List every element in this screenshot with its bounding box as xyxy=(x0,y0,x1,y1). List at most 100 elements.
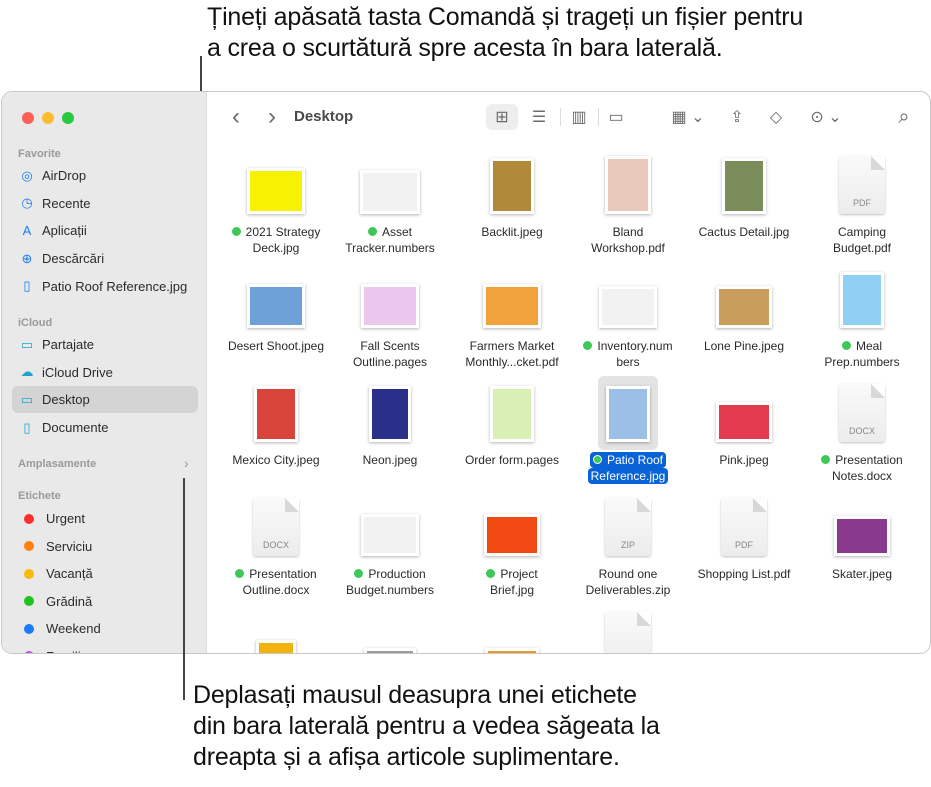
back-button[interactable]: ‹ xyxy=(224,103,248,130)
sidebar-item-label: Descărcări xyxy=(42,251,105,267)
sidebar-tag-5[interactable]: Familie xyxy=(12,643,198,654)
file-item[interactable]: Bland Workshop.pdf xyxy=(570,144,686,255)
sidebar-tag-1[interactable]: Serviciu xyxy=(12,533,198,560)
file-item[interactable] xyxy=(570,600,686,653)
sidebar-item-aplica-ii[interactable]: A Aplicații xyxy=(12,217,198,244)
sidebar-tag-label: Familie xyxy=(46,649,88,654)
forward-button[interactable]: › xyxy=(260,103,284,130)
file-item[interactable] xyxy=(332,600,448,653)
file-item[interactable]: Neon.jpeg xyxy=(332,372,448,482)
view-list-button[interactable]: ☰ xyxy=(524,104,554,130)
file-item[interactable]: Fall Scents Outline.pages xyxy=(332,258,448,369)
file-item[interactable]: PDF Camping Budget.pdf xyxy=(804,144,920,255)
sidebar-item-airdrop[interactable]: ◎ AirDrop xyxy=(12,162,198,189)
callout-tag-hover: Deplasați mausul deasupra unei etichete … xyxy=(193,681,660,771)
applications-icon: A xyxy=(22,223,32,239)
file-item[interactable] xyxy=(454,600,570,653)
close-button[interactable] xyxy=(22,112,34,124)
sidebar-tag-label: Vacanță xyxy=(46,566,93,581)
file-item[interactable]: Project Brief.jpg xyxy=(454,486,570,598)
file-item[interactable]: ZIP Round one Deliverables.zip xyxy=(570,486,686,597)
document-icon: ▯ xyxy=(23,419,31,435)
minimize-button[interactable] xyxy=(42,112,54,124)
file-name: Project Brief.jpg xyxy=(454,566,570,598)
sidebar-item-icloud-drive[interactable]: ☁ iCloud Drive xyxy=(12,359,198,386)
sidebar-item-recente[interactable]: ◷ Recente xyxy=(12,190,198,217)
file-item[interactable]: Farmers Market Monthly...cket.pdf xyxy=(454,258,570,369)
search-button[interactable]: ⌕ xyxy=(890,104,918,130)
tag-dot-green xyxy=(235,569,245,578)
file-thumbnail xyxy=(490,386,534,442)
view-icons-button[interactable]: ⊞ xyxy=(486,104,518,130)
file-item[interactable]: 2021 Strategy Deck.jpg xyxy=(218,144,334,256)
file-thumbnail xyxy=(369,386,411,442)
file-thumbnail xyxy=(722,158,766,214)
file-name: Fall Scents Outline.pages xyxy=(352,339,428,369)
tag-color-dot xyxy=(24,568,34,579)
sidebar-tag-label: Grădină xyxy=(46,593,93,609)
zoom-button[interactable] xyxy=(62,112,74,124)
file-thumbnail xyxy=(360,170,420,214)
tag-dot-green xyxy=(231,227,241,236)
view-gallery-button[interactable]: ▭ xyxy=(600,104,632,130)
sidebar-tag-4[interactable]: Weekend xyxy=(12,615,198,642)
file-name: Shopping List.pdf xyxy=(697,567,791,581)
file-thumbnail xyxy=(364,648,416,653)
tag-color-dot xyxy=(24,541,34,551)
file-item[interactable]: Mexico City.jpeg xyxy=(218,372,334,482)
group-button[interactable]: ▦ ⌄ xyxy=(668,104,708,130)
file-item[interactable]: PDF Shopping List.pdf xyxy=(686,486,802,596)
download-icon: ⊕ xyxy=(21,250,33,266)
chevron-right-icon[interactable]: › xyxy=(184,455,189,471)
tag-dot-green xyxy=(583,341,593,350)
file-item[interactable]: Meal Prep.numbers xyxy=(804,258,920,369)
file-item[interactable]: DOCX Presentation Notes.docx xyxy=(804,372,920,483)
clock-icon: ◷ xyxy=(21,195,33,211)
sidebar-tag-3[interactable]: Grădină xyxy=(12,588,198,615)
file-thumbnail xyxy=(605,156,651,214)
file-item[interactable]: Lone Pine.jpeg xyxy=(686,258,802,368)
sidebar-item-label: Patio Roof Reference.jpg xyxy=(42,278,188,294)
sidebar-section-favorites: Favorite xyxy=(18,148,61,160)
sidebar-item-label: Documente xyxy=(42,420,109,436)
file-icon: DOCX xyxy=(253,498,299,556)
sidebar-tag-0[interactable]: Urgent xyxy=(12,505,198,532)
file-item[interactable]: Cactus Detail.jpg xyxy=(686,144,802,254)
file-item[interactable] xyxy=(218,600,334,653)
more-actions-button[interactable]: ⊙ ⌄ xyxy=(806,104,846,130)
airdrop-icon: ◎ xyxy=(21,167,33,183)
file-thumbnail xyxy=(247,168,305,214)
file-item[interactable]: DOCX Presentation Outline.docx xyxy=(218,486,334,597)
file-name: Desert Shoot.jpeg xyxy=(227,339,325,353)
sidebar-item-label: iCloud Drive xyxy=(42,364,113,380)
file-item[interactable]: Production Budget.numbers xyxy=(332,486,448,597)
file-item[interactable]: Order form.pages xyxy=(454,372,570,482)
file-icon: PDF xyxy=(721,498,767,556)
sidebar-item-documente[interactable]: ▯ Documente xyxy=(12,414,198,441)
toolbar-separator xyxy=(560,108,561,126)
file-icon: DOCX xyxy=(839,384,885,442)
file-name: Inventory.num bers xyxy=(570,338,686,370)
file-name: Patio Roof Reference.jpg xyxy=(570,452,686,484)
sidebar-item-label: Aplicații xyxy=(42,223,87,239)
share-button[interactable]: ⇪ xyxy=(724,104,750,130)
file-item[interactable]: Inventory.num bers xyxy=(570,258,686,370)
sidebar-tag-2[interactable]: Vacanță xyxy=(12,560,198,587)
sidebar-item-patio-roof-reference-jpg[interactable]: ▯ Patio Roof Reference.jpg xyxy=(12,273,198,300)
file-item[interactable]: Desert Shoot.jpeg xyxy=(218,258,334,368)
file-item[interactable]: Patio Roof Reference.jpg xyxy=(570,372,686,484)
view-columns-button[interactable]: ▥ xyxy=(564,104,594,130)
callout-drag-shortcut: Țineți apăsată tasta Comandă și trageți … xyxy=(207,3,804,62)
sidebar-item-desc-rc-ri[interactable]: ⊕ Descărcări xyxy=(12,245,198,272)
file-item[interactable]: Backlit.jpeg xyxy=(454,144,570,254)
file-item[interactable]: Pink.jpeg xyxy=(686,372,802,482)
sidebar-item-partajate[interactable]: ▭ Partajate xyxy=(12,331,198,358)
sidebar-section-locations[interactable]: Amplasamente xyxy=(18,458,96,470)
sidebar-item-desktop[interactable]: ▭ Desktop xyxy=(12,386,198,414)
file-name: 2021 Strategy Deck.jpg xyxy=(218,224,334,256)
tag-color-dot xyxy=(24,623,34,634)
file-name: Neon.jpeg xyxy=(362,453,418,467)
file-item[interactable]: Skater.jpeg xyxy=(804,486,920,596)
file-item[interactable]: Asset Tracker.numbers xyxy=(332,144,448,255)
tag-button[interactable]: ◇ xyxy=(762,104,790,130)
